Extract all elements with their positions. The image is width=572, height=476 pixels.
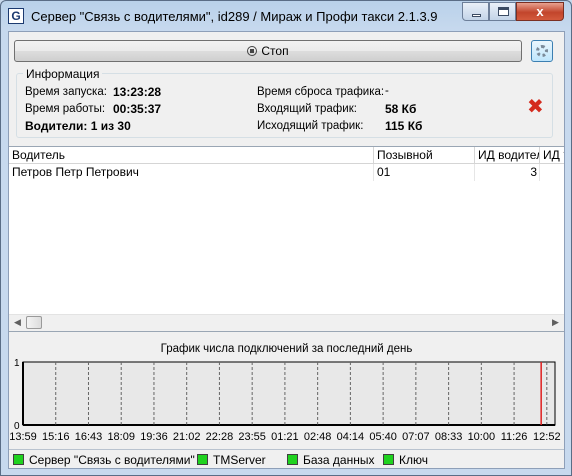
stop-button-label: Стоп [261, 44, 289, 58]
connections-chart: График числа подключений за последний де… [9, 338, 564, 450]
status-label: TMServer [213, 453, 266, 467]
info-legend: Информация [23, 67, 103, 81]
info-group: Информация Время запуска: 13:23:28 Время… [16, 67, 553, 138]
outgoing-traffic-value: 115 Кб [385, 119, 423, 133]
window-title: Сервер "Связь с водителями", id289 / Мир… [31, 9, 438, 24]
x-tick-label: 22:28 [206, 431, 234, 443]
title-bar[interactable]: G Сервер "Связь с водителями", id289 / М… [1, 1, 571, 31]
incoming-traffic-label: Входящий трафик: [257, 103, 357, 115]
horizontal-scrollbar[interactable]: ◀ ▶ [9, 314, 564, 331]
status-led-icon [383, 454, 394, 465]
main-window: G Сервер "Связь с водителями", id289 / М… [0, 0, 572, 476]
status-bar: Сервер "Связь с водителями" TMServer Баз… [9, 449, 564, 469]
cell-callsign: 01 [374, 164, 475, 181]
start-time-label: Время запуска: [25, 86, 107, 98]
x-tick-label: 07:07 [402, 431, 430, 443]
outgoing-traffic-label: Исходящий трафик: [257, 120, 364, 132]
y-tick-label: 0 [14, 421, 20, 432]
status-label: База данных [303, 453, 375, 467]
scroll-left-icon[interactable]: ◀ [9, 315, 26, 331]
incoming-traffic-value: 58 Кб [385, 102, 417, 116]
x-tick-label: 01:21 [271, 431, 299, 443]
minimize-button[interactable] [462, 2, 489, 21]
red-x-icon[interactable]: ✖ [527, 96, 544, 116]
x-tick-label: 11:26 [501, 431, 528, 443]
status-label: Ключ [399, 453, 428, 467]
status-tmserver: TMServer [197, 454, 266, 467]
x-tick-label: 15:16 [42, 431, 70, 443]
x-tick-label: 10:00 [468, 431, 496, 443]
client-area: Стоп Информация Время запуска: 13:23:28 … [8, 31, 565, 469]
x-tick-label: 13:59 [9, 431, 37, 443]
status-server: Сервер "Связь с водителями" [13, 454, 195, 467]
x-tick-label: 05:40 [369, 431, 397, 443]
uptime-value: 00:35:37 [113, 102, 162, 116]
cell-driver: Петров Петр Петрович [9, 164, 374, 181]
drivers-count: Водители: 1 из 30 [25, 119, 131, 133]
column-header-extra[interactable]: ИД ? [540, 147, 564, 164]
traffic-reset-label: Время сброса трафика: [257, 86, 385, 98]
x-tick-label: 19:36 [140, 431, 168, 443]
status-led-icon [287, 454, 298, 465]
x-tick-label: 12:52 [533, 431, 561, 443]
x-tick-label: 16:43 [75, 431, 103, 443]
plot-area [22, 361, 556, 426]
cell-extra [540, 164, 564, 181]
x-tick-label: 02:48 [304, 431, 332, 443]
gear-icon [536, 45, 548, 57]
stop-button[interactable]: Стоп [14, 40, 522, 62]
column-header-driver[interactable]: Водитель [9, 147, 374, 164]
maximize-button[interactable] [489, 2, 516, 21]
traffic-reset-value: - [385, 85, 389, 97]
scroll-right-icon[interactable]: ▶ [547, 315, 564, 331]
x-tick-label: 18:09 [107, 431, 135, 443]
column-header-callsign[interactable]: Позывной [374, 147, 475, 164]
status-label: Сервер "Связь с водителями" [29, 453, 195, 467]
status-led-icon [197, 454, 208, 465]
x-tick-label: 21:02 [173, 431, 201, 443]
chart-plot: 13:59 15:16 16:43 18:09 19:36 21:02 22:28 23:55… [9, 358, 561, 443]
scroll-thumb[interactable] [26, 316, 42, 329]
column-header-driver-id[interactable]: ИД водителя [475, 147, 540, 164]
uptime-label: Время работы: [25, 103, 106, 115]
status-key: Ключ [383, 454, 428, 467]
app-icon: G [8, 8, 24, 24]
cell-driver-id: 3 [475, 164, 540, 181]
stop-icon [247, 46, 258, 56]
drivers-table: Водитель Позывной ИД водителя ИД ? Петро… [9, 146, 564, 332]
x-tick-label: 04:14 [337, 431, 365, 443]
status-database: База данных [287, 454, 374, 467]
close-button[interactable]: x [516, 2, 564, 21]
status-led-icon [13, 454, 24, 465]
start-time-value: 13:23:28 [113, 85, 162, 99]
x-tick-label: 23:55 [238, 431, 266, 443]
y-tick-label: 1 [14, 358, 20, 369]
settings-button[interactable] [531, 40, 553, 62]
x-tick-label: 08:33 [435, 431, 463, 443]
